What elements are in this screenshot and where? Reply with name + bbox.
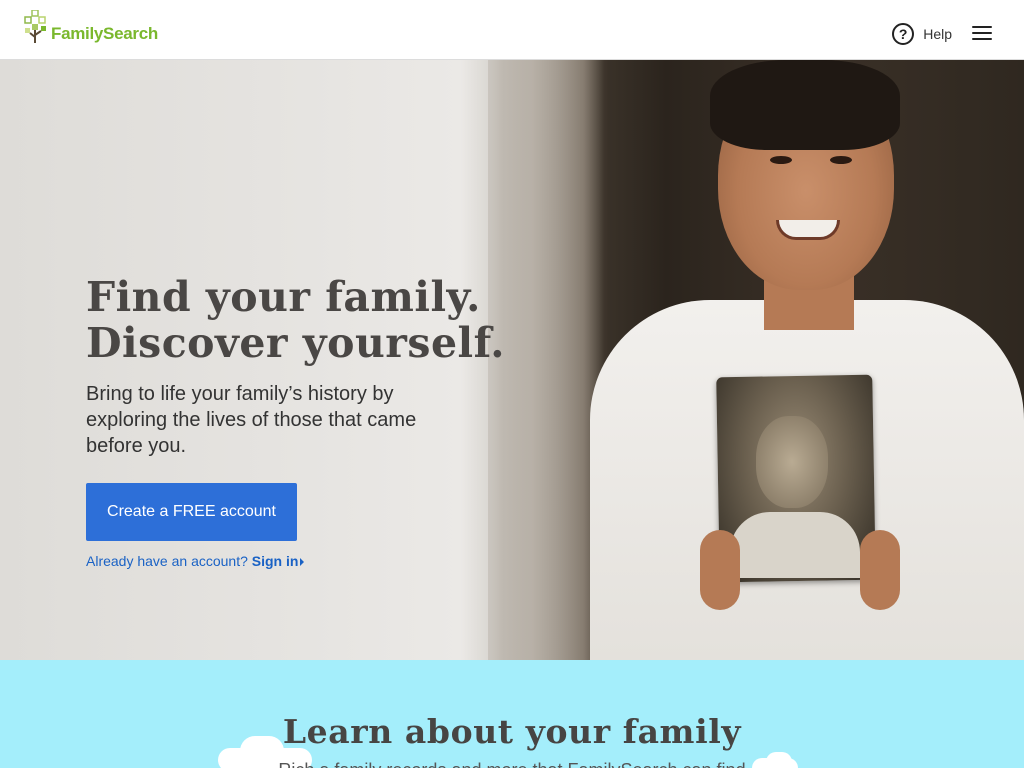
signin-prompt: Already have an account? xyxy=(86,553,248,569)
hero-subtitle: Bring to life your family’s history by e… xyxy=(86,383,417,457)
hero-title-line1: Find your family. xyxy=(86,273,481,321)
help-label: Help xyxy=(923,26,952,42)
hero-image-photo-suit xyxy=(730,512,860,578)
learn-subtitle: Rich a family records and more that Fami… xyxy=(0,760,1024,768)
signin-link-label: Sign in xyxy=(251,553,299,569)
hero-image-eye xyxy=(770,156,792,164)
help-button[interactable]: ? Help xyxy=(892,23,952,45)
hero-title: Find your family. Discover yourself. xyxy=(86,274,506,366)
caret-right-icon xyxy=(300,558,305,566)
hero-image-photo-face xyxy=(756,416,828,508)
signin-row: Already have an account? Sign in xyxy=(86,553,506,569)
hero-content: Find your family. Discover yourself. Bri… xyxy=(86,274,506,569)
hero-title-line2: Discover yourself. xyxy=(86,319,506,367)
hero-image-hair xyxy=(710,60,900,150)
question-circle-icon: ? xyxy=(892,23,915,45)
learn-title: Learn about your family xyxy=(282,712,742,751)
signin-link[interactable]: Sign in xyxy=(252,553,305,569)
site-header: FamilySearch ? Help xyxy=(0,0,1024,60)
hero-image-hand xyxy=(860,530,900,610)
familysearch-logo[interactable]: FamilySearch xyxy=(24,8,158,44)
hero-image-eye xyxy=(830,156,852,164)
logo-wordmark: FamilySearch xyxy=(51,24,158,43)
hamburger-menu-icon[interactable] xyxy=(972,26,992,42)
hero-image-hand xyxy=(700,530,740,610)
tree-logo-icon xyxy=(24,10,46,43)
hero-image-smile xyxy=(776,220,840,240)
create-account-button[interactable]: Create a FREE account xyxy=(86,483,297,541)
learn-section: Learn about your family Rich a family re… xyxy=(0,660,1024,768)
hero-section: Find your family. Discover yourself. Bri… xyxy=(0,60,1024,660)
